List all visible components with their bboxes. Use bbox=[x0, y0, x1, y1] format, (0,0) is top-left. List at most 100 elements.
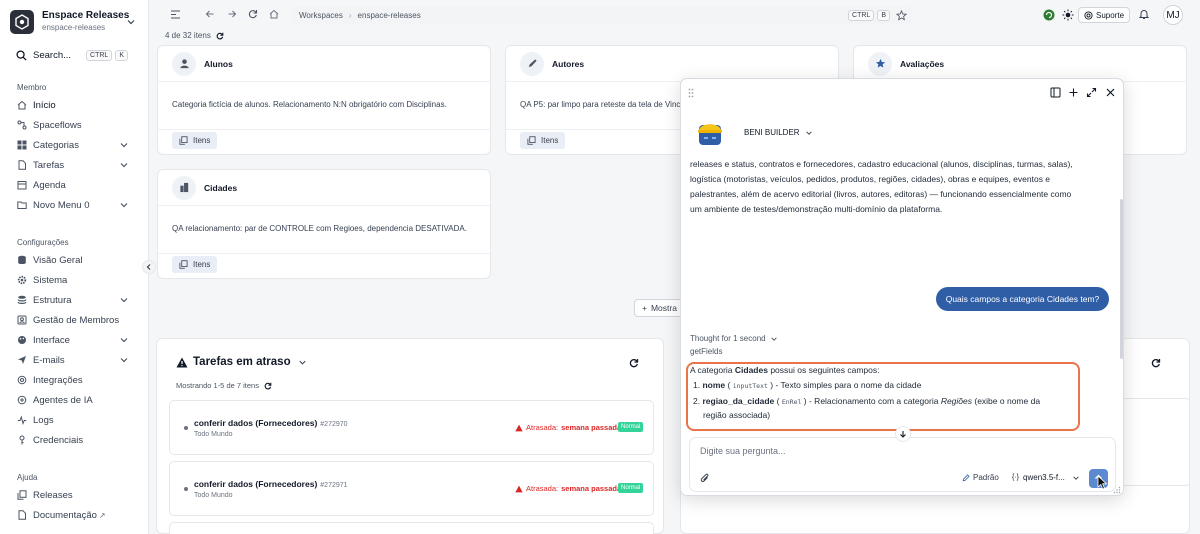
expand-icon[interactable] bbox=[1086, 87, 1097, 98]
close-icon[interactable] bbox=[1105, 87, 1116, 98]
agent-selector[interactable]: BENI BUILDER bbox=[744, 128, 813, 137]
refresh-icon[interactable] bbox=[1151, 358, 1161, 368]
sidebar-layout-icon[interactable] bbox=[1050, 87, 1061, 98]
model-selector[interactable]: {·} qwen3.5-f... bbox=[1012, 473, 1080, 482]
breadcrumb-item-current[interactable]: enspace-releases bbox=[358, 11, 421, 20]
scroll-down-button[interactable] bbox=[895, 426, 911, 442]
sidebar-item-logs[interactable]: Logs bbox=[17, 412, 129, 428]
sidebar-item-inicio[interactable]: Início bbox=[17, 97, 129, 113]
mode-selector[interactable]: Padrão bbox=[962, 473, 999, 482]
chevron-down-icon[interactable] bbox=[298, 358, 307, 367]
workspace-subtitle: enspace-releases bbox=[42, 23, 106, 32]
chat-input[interactable]: Digite sua pergunta... bbox=[700, 446, 786, 456]
assistant-answer: A categoria Cidades possui os seguintes … bbox=[690, 365, 1041, 420]
workspace-switcher[interactable]: Enspace Releases enspace-releases bbox=[10, 8, 140, 36]
sidebar-item-gestao-membros[interactable]: Gestão de Membros bbox=[17, 312, 129, 328]
sidebar-item-estrutura[interactable]: Estrutura bbox=[17, 292, 129, 308]
kbd-ctrl: CTRL bbox=[848, 9, 875, 21]
sidebar-item-agenda[interactable]: Agenda bbox=[17, 177, 129, 193]
sidebar-item-interface[interactable]: Interface bbox=[17, 332, 129, 348]
status-indicator-icon[interactable] bbox=[1043, 9, 1055, 21]
sidebar-item-visao-geral[interactable]: Visão Geral bbox=[17, 252, 129, 268]
ai-chat-panel: BENI BUILDER releases e status, contrato… bbox=[680, 78, 1124, 496]
sidebar-item-tarefas[interactable]: Tarefas bbox=[17, 157, 129, 173]
link-icon bbox=[17, 375, 27, 385]
doc-icon bbox=[17, 510, 27, 520]
panel-toggle-icon[interactable] bbox=[170, 9, 181, 20]
itens-button[interactable]: Itens bbox=[520, 132, 566, 149]
back-arrow-icon[interactable] bbox=[205, 9, 215, 19]
support-button[interactable]: Suporte bbox=[1078, 7, 1131, 23]
forward-arrow-icon[interactable] bbox=[227, 9, 237, 19]
sidebar-item-agentes-ia[interactable]: Agentes de IA bbox=[17, 392, 129, 408]
lifebuoy-icon bbox=[1084, 10, 1093, 20]
user-message: Quais campos a categoria Cidades tem? bbox=[936, 287, 1109, 311]
itens-button[interactable]: Itens bbox=[172, 132, 218, 149]
field-item: 1. nome ( inputText ) - Texto simples pa… bbox=[693, 380, 922, 390]
card-description: QA relacionamento: par de CONTROLE com R… bbox=[172, 224, 467, 233]
show-more-button[interactable]: + Mostra bbox=[634, 299, 684, 317]
drag-handle-icon[interactable] bbox=[688, 88, 694, 98]
home-icon[interactable] bbox=[269, 9, 279, 19]
task-item[interactable]: conferir dados (Fornecedores) #272971 Tod… bbox=[169, 461, 654, 516]
sidebar-item-documentacao[interactable]: Documentação ↗ bbox=[17, 507, 129, 523]
itens-button[interactable]: Itens bbox=[172, 256, 218, 273]
star-icon[interactable] bbox=[896, 9, 907, 21]
task-late-indicator: Atrasada: semana passada bbox=[515, 423, 621, 432]
task-item[interactable]: conferir dados (Fornecedores) #272970 Tod… bbox=[169, 400, 654, 455]
chevron-down-icon bbox=[119, 200, 129, 210]
refresh-icon[interactable] bbox=[216, 32, 224, 40]
star-icon bbox=[868, 51, 892, 76]
section-label-member: Membro bbox=[17, 83, 47, 92]
resize-handle-icon[interactable] bbox=[1113, 486, 1121, 494]
avatar[interactable]: MJ bbox=[1163, 5, 1183, 25]
task-title: conferir dados (Fornecedores) #272970 bbox=[194, 418, 348, 428]
card-description: Categoria fictícia de alunos. Relacionam… bbox=[172, 100, 447, 109]
sidebar-item-releases[interactable]: Releases bbox=[17, 487, 129, 503]
sidebar-item-sistema[interactable]: Sistema bbox=[17, 272, 129, 288]
user-icon bbox=[172, 51, 196, 76]
priority-badge: Normal bbox=[618, 483, 644, 493]
thought-toggle[interactable]: Thought for 1 second bbox=[690, 334, 778, 343]
refresh-icon[interactable] bbox=[264, 382, 272, 390]
task-item[interactable] bbox=[169, 522, 654, 534]
breadcrumb-item-workspaces[interactable]: Workspaces bbox=[299, 11, 343, 20]
category-card-alunos[interactable]: Alunos Categoria fictícia de alunos. Rel… bbox=[157, 45, 491, 155]
section-label-config: Configurações bbox=[17, 238, 69, 247]
chat-scrollbar[interactable] bbox=[1120, 199, 1123, 359]
palette-icon bbox=[17, 335, 27, 345]
breadcrumb: Workspaces › enspace-releases CTRL B bbox=[292, 6, 913, 24]
workspace-title: Enspace Releases bbox=[42, 10, 130, 21]
chevron-down-icon bbox=[119, 160, 129, 170]
send-icon bbox=[17, 355, 27, 365]
activity-icon bbox=[17, 415, 27, 425]
sidebar-item-integracoes[interactable]: Integrações bbox=[17, 372, 129, 388]
sidebar-collapse-button[interactable] bbox=[142, 260, 156, 274]
sidebar-item-credenciais[interactable]: Credenciais bbox=[17, 432, 129, 448]
sidebar-item-categorias[interactable]: Categorias bbox=[17, 137, 129, 153]
task-status-dot bbox=[184, 487, 188, 491]
sidebar-search[interactable]: Search... CTRL K bbox=[16, 48, 128, 62]
copy-icon bbox=[179, 136, 188, 145]
refresh-icon[interactable] bbox=[248, 9, 258, 19]
chevron-down-icon bbox=[770, 335, 778, 343]
paperclip-icon[interactable] bbox=[700, 473, 710, 484]
external-link-icon: ↗ bbox=[98, 510, 106, 520]
sidebar-item-spaceflows[interactable]: Spaceflows bbox=[17, 117, 129, 133]
kbd-b: B bbox=[877, 9, 890, 21]
home-icon bbox=[17, 100, 27, 110]
sidebar-item-novo-menu[interactable]: Novo Menu 0 bbox=[17, 197, 129, 213]
plus-icon[interactable] bbox=[1068, 87, 1079, 98]
card-title: Avaliações bbox=[900, 58, 945, 69]
gear-icon bbox=[17, 275, 27, 285]
sidebar-item-emails[interactable]: E-mails bbox=[17, 352, 129, 368]
refresh-icon[interactable] bbox=[629, 358, 639, 368]
buildings-icon bbox=[172, 175, 196, 200]
chat-composer: Digite sua pergunta... Padrão {·} qwen3.… bbox=[689, 437, 1116, 492]
sun-icon[interactable] bbox=[1062, 9, 1074, 21]
category-card-cidades[interactable]: Cidades QA relacionamento: par de CONTRO… bbox=[157, 169, 491, 279]
task-status-dot bbox=[184, 426, 188, 430]
bell-icon[interactable] bbox=[1138, 8, 1150, 20]
mouse-cursor-icon bbox=[1097, 475, 1108, 490]
search-icon bbox=[16, 49, 27, 61]
